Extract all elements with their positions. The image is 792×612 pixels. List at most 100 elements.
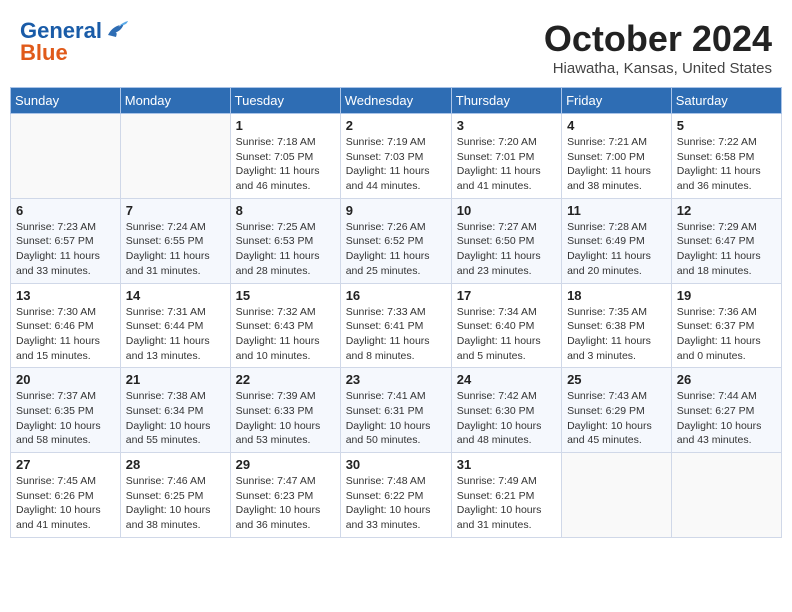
day-number: 24 [457, 372, 556, 387]
day-info: Sunrise: 7:44 AM Sunset: 6:27 PM Dayligh… [677, 389, 776, 448]
calendar-day-cell: 14Sunrise: 7:31 AM Sunset: 6:44 PM Dayli… [120, 283, 230, 368]
calendar-day-cell: 19Sunrise: 7:36 AM Sunset: 6:37 PM Dayli… [671, 283, 781, 368]
day-number: 25 [567, 372, 666, 387]
day-number: 8 [236, 203, 335, 218]
day-number: 26 [677, 372, 776, 387]
calendar-day-cell: 27 Sunrise: 7:45 AM Sunset: 6:26 PM Dayli… [11, 453, 121, 538]
calendar-day-cell: 7Sunrise: 7:24 AM Sunset: 6:55 PM Daylig… [120, 198, 230, 283]
day-info: Sunrise: 7:35 AM Sunset: 6:38 PM Dayligh… [567, 305, 666, 364]
day-info: Sunrise: 7:29 AM Sunset: 6:47 PM Dayligh… [677, 220, 776, 279]
day-info: Sunrise: 7:26 AM Sunset: 6:52 PM Dayligh… [346, 220, 446, 279]
calendar-week-row: 20 Sunrise: 7:37 AM Sunset: 6:35 PM Dayli… [11, 368, 782, 453]
calendar-day-cell: 23 Sunrise: 7:41 AM Sunset: 6:31 PM Dayli… [340, 368, 451, 453]
day-info: Sunrise: 7:23 AM Sunset: 6:57 PM Dayligh… [16, 220, 115, 279]
calendar-table: SundayMondayTuesdayWednesdayThursdayFrid… [10, 87, 782, 538]
day-info: Sunrise: 7:20 AM Sunset: 7:01 PM Dayligh… [457, 135, 556, 194]
title-block: October 2024 Hiawatha, Kansas, United St… [544, 18, 772, 77]
calendar-day-cell: 17 Sunrise: 7:34 AM Sunset: 6:40 PM Dayli… [451, 283, 561, 368]
day-number: 22 [236, 372, 335, 387]
calendar-day-cell: 9Sunrise: 7:26 AM Sunset: 6:52 PM Daylig… [340, 198, 451, 283]
logo: General Blue [20, 18, 128, 66]
day-info: Sunrise: 7:19 AM Sunset: 7:03 PM Dayligh… [346, 135, 446, 194]
day-info: Sunrise: 7:22 AM Sunset: 6:58 PM Dayligh… [677, 135, 776, 194]
calendar-day-cell [671, 453, 781, 538]
calendar-day-cell: 21 Sunrise: 7:38 AM Sunset: 6:34 PM Dayli… [120, 368, 230, 453]
day-number: 1 [236, 118, 335, 133]
day-info: Sunrise: 7:27 AM Sunset: 6:50 PM Dayligh… [457, 220, 556, 279]
day-info: Sunrise: 7:30 AM Sunset: 6:46 PM Dayligh… [16, 305, 115, 364]
day-of-week-header: Friday [562, 88, 672, 114]
calendar-day-cell: 28 Sunrise: 7:46 AM Sunset: 6:25 PM Dayli… [120, 453, 230, 538]
month-title: October 2024 [544, 18, 772, 60]
day-info: Sunrise: 7:37 AM Sunset: 6:35 PM Dayligh… [16, 389, 115, 448]
day-number: 19 [677, 288, 776, 303]
day-number: 4 [567, 118, 666, 133]
calendar-day-cell: 12 Sunrise: 7:29 AM Sunset: 6:47 PM Dayli… [671, 198, 781, 283]
day-number: 16 [346, 288, 446, 303]
day-number: 28 [126, 457, 225, 472]
calendar-day-cell: 10 Sunrise: 7:27 AM Sunset: 6:50 PM Dayli… [451, 198, 561, 283]
day-info: Sunrise: 7:48 AM Sunset: 6:22 PM Dayligh… [346, 474, 446, 533]
day-info: Sunrise: 7:39 AM Sunset: 6:33 PM Dayligh… [236, 389, 335, 448]
day-info: Sunrise: 7:41 AM Sunset: 6:31 PM Dayligh… [346, 389, 446, 448]
day-number: 13 [16, 288, 115, 303]
day-number: 18 [567, 288, 666, 303]
calendar-week-row: 6 Sunrise: 7:23 AM Sunset: 6:57 PM Daylig… [11, 198, 782, 283]
day-number: 27 [16, 457, 115, 472]
calendar-day-cell: 3 Sunrise: 7:20 AM Sunset: 7:01 PM Daylig… [451, 114, 561, 199]
day-number: 17 [457, 288, 556, 303]
calendar-header-row: SundayMondayTuesdayWednesdayThursdayFrid… [11, 88, 782, 114]
day-of-week-header: Thursday [451, 88, 561, 114]
calendar-day-cell [11, 114, 121, 199]
calendar-day-cell: 1 Sunrise: 7:18 AM Sunset: 7:05 PM Daylig… [230, 114, 340, 199]
calendar-day-cell: 29 Sunrise: 7:47 AM Sunset: 6:23 PM Dayli… [230, 453, 340, 538]
day-number: 3 [457, 118, 556, 133]
day-number: 10 [457, 203, 556, 218]
day-of-week-header: Tuesday [230, 88, 340, 114]
day-info: Sunrise: 7:45 AM Sunset: 6:26 PM Dayligh… [16, 474, 115, 533]
calendar-week-row: 1 Sunrise: 7:18 AM Sunset: 7:05 PM Daylig… [11, 114, 782, 199]
day-number: 21 [126, 372, 225, 387]
calendar-day-cell: 16 Sunrise: 7:33 AM Sunset: 6:41 PM Dayli… [340, 283, 451, 368]
day-number: 31 [457, 457, 556, 472]
day-info: Sunrise: 7:21 AM Sunset: 7:00 PM Dayligh… [567, 135, 666, 194]
day-info: Sunrise: 7:33 AM Sunset: 6:41 PM Dayligh… [346, 305, 446, 364]
day-info: Sunrise: 7:32 AM Sunset: 6:43 PM Dayligh… [236, 305, 335, 364]
calendar-day-cell: 8 Sunrise: 7:25 AM Sunset: 6:53 PM Daylig… [230, 198, 340, 283]
calendar-day-cell: 4 Sunrise: 7:21 AM Sunset: 7:00 PM Daylig… [562, 114, 672, 199]
calendar-day-cell: 2Sunrise: 7:19 AM Sunset: 7:03 PM Daylig… [340, 114, 451, 199]
day-info: Sunrise: 7:18 AM Sunset: 7:05 PM Dayligh… [236, 135, 335, 194]
day-number: 12 [677, 203, 776, 218]
calendar-day-cell: 31 Sunrise: 7:49 AM Sunset: 6:21 PM Dayli… [451, 453, 561, 538]
day-info: Sunrise: 7:46 AM Sunset: 6:25 PM Dayligh… [126, 474, 225, 533]
day-number: 6 [16, 203, 115, 218]
calendar-day-cell: 22 Sunrise: 7:39 AM Sunset: 6:33 PM Dayli… [230, 368, 340, 453]
day-number: 20 [16, 372, 115, 387]
day-number: 15 [236, 288, 335, 303]
day-info: Sunrise: 7:43 AM Sunset: 6:29 PM Dayligh… [567, 389, 666, 448]
day-number: 23 [346, 372, 446, 387]
day-number: 29 [236, 457, 335, 472]
day-info: Sunrise: 7:25 AM Sunset: 6:53 PM Dayligh… [236, 220, 335, 279]
day-of-week-header: Saturday [671, 88, 781, 114]
calendar-day-cell: 24Sunrise: 7:42 AM Sunset: 6:30 PM Dayli… [451, 368, 561, 453]
calendar-day-cell [562, 453, 672, 538]
calendar-week-row: 27 Sunrise: 7:45 AM Sunset: 6:26 PM Dayli… [11, 453, 782, 538]
day-info: Sunrise: 7:38 AM Sunset: 6:34 PM Dayligh… [126, 389, 225, 448]
calendar-day-cell: 13 Sunrise: 7:30 AM Sunset: 6:46 PM Dayli… [11, 283, 121, 368]
day-info: Sunrise: 7:31 AM Sunset: 6:44 PM Dayligh… [126, 305, 225, 364]
bird-icon [106, 21, 128, 39]
day-of-week-header: Sunday [11, 88, 121, 114]
calendar-day-cell: 30Sunrise: 7:48 AM Sunset: 6:22 PM Dayli… [340, 453, 451, 538]
day-info: Sunrise: 7:24 AM Sunset: 6:55 PM Dayligh… [126, 220, 225, 279]
day-info: Sunrise: 7:47 AM Sunset: 6:23 PM Dayligh… [236, 474, 335, 533]
page-header: General Blue October 2024 Hiawatha, Kans… [10, 10, 782, 81]
day-info: Sunrise: 7:34 AM Sunset: 6:40 PM Dayligh… [457, 305, 556, 364]
location: Hiawatha, Kansas, United States [544, 60, 772, 77]
day-info: Sunrise: 7:49 AM Sunset: 6:21 PM Dayligh… [457, 474, 556, 533]
day-number: 11 [567, 203, 666, 218]
day-of-week-header: Wednesday [340, 88, 451, 114]
calendar-day-cell: 15 Sunrise: 7:32 AM Sunset: 6:43 PM Dayli… [230, 283, 340, 368]
day-info: Sunrise: 7:28 AM Sunset: 6:49 PM Dayligh… [567, 220, 666, 279]
calendar-day-cell: 25 Sunrise: 7:43 AM Sunset: 6:29 PM Dayli… [562, 368, 672, 453]
